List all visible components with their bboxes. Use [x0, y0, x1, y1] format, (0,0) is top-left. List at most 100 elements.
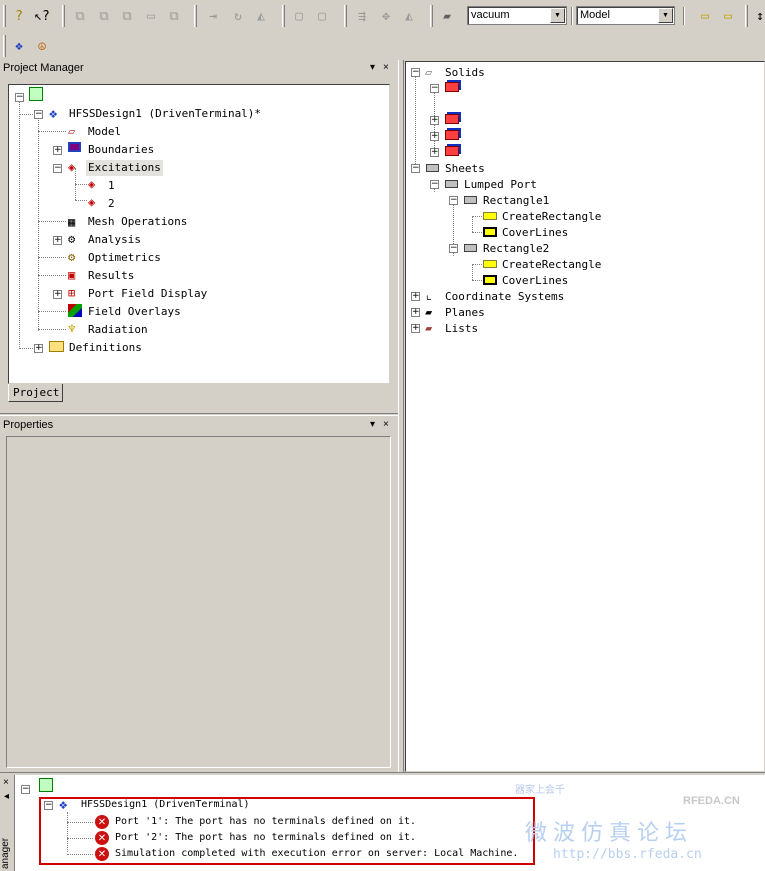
design-icon: ❖ — [59, 797, 68, 813]
tree-item-solids[interactable]: Solids — [445, 66, 485, 79]
tree-item-results[interactable]: Results — [88, 269, 134, 282]
expand-toggle[interactable]: + — [53, 146, 62, 155]
pin-icon[interactable]: ▾ — [370, 62, 375, 73]
close-icon[interactable]: × — [383, 62, 389, 73]
move-icon[interactable]: ⇥ — [203, 6, 223, 26]
split-icon[interactable]: ▭ — [141, 6, 161, 26]
model-select[interactable]: Model ▼ — [576, 6, 675, 25]
tree-item-create-rectangle-2[interactable]: CreateRectangle — [502, 258, 601, 271]
expand-toggle[interactable]: + — [53, 236, 62, 245]
chevron-down-icon[interactable]: ▼ — [550, 8, 565, 23]
expand-toggle[interactable]: + — [53, 290, 62, 299]
collapse-toggle[interactable]: − — [430, 84, 439, 93]
measure-icon[interactable]: ↕ — [750, 6, 765, 26]
duplicate-around-axis-icon[interactable]: ✥ — [376, 6, 396, 26]
tree-item-planes[interactable]: Planes — [445, 306, 485, 319]
tree-item-analysis[interactable]: Analysis — [88, 233, 141, 246]
collapse-toggle[interactable]: − — [430, 180, 439, 189]
tree-item-mesh-operations[interactable]: Mesh Operations — [88, 215, 187, 228]
intersect-icon[interactable]: ⧉ — [117, 6, 137, 26]
panel-splitter[interactable] — [0, 413, 398, 416]
subtract-icon[interactable]: ⧉ — [94, 6, 114, 26]
vertical-splitter[interactable] — [398, 60, 404, 772]
tree-item-excitations[interactable]: Excitations — [86, 160, 163, 176]
expand-toggle[interactable]: + — [430, 148, 439, 157]
tree-item-boundaries[interactable]: Boundaries — [88, 143, 154, 156]
toolbar-grip[interactable] — [344, 5, 347, 27]
sweep-icon[interactable]: ▢ — [289, 6, 309, 26]
tree-item-cover-lines-2[interactable]: CoverLines — [502, 274, 568, 287]
imprint-icon[interactable]: ⧉ — [164, 6, 184, 26]
toolbar-grip[interactable] — [282, 5, 285, 27]
collapse-toggle[interactable]: − — [411, 164, 420, 173]
tree-item-cover-lines-1[interactable]: CoverLines — [502, 226, 568, 239]
mirror-icon[interactable]: ◭ — [251, 6, 271, 26]
message-line[interactable]: Port '2': The port has no terminals defi… — [115, 832, 416, 843]
collapse-toggle[interactable]: − — [449, 244, 458, 253]
message-line[interactable]: Port '1': The port has no terminals defi… — [115, 816, 416, 827]
tab-project-label: Project — [13, 386, 60, 399]
expand-toggle[interactable]: + — [411, 292, 420, 301]
collapse-toggle[interactable]: − — [53, 164, 62, 173]
toolbar-grip[interactable] — [62, 5, 65, 27]
expand-toggle[interactable]: + — [430, 116, 439, 125]
collapse-toggle[interactable]: − — [15, 93, 24, 102]
toolbar-grip[interactable] — [194, 5, 197, 27]
tree-item-model[interactable]: Model — [88, 125, 121, 138]
expand-toggle[interactable]: + — [411, 324, 420, 333]
material-icon[interactable]: ▰ — [437, 6, 457, 26]
tree-item-sheets[interactable]: Sheets — [445, 162, 485, 175]
tree-item-rectangle2[interactable]: Rectangle2 — [483, 242, 549, 255]
tree-item-radiation[interactable]: Radiation — [88, 323, 148, 336]
tree-item-optimetrics[interactable]: Optimetrics — [88, 251, 161, 264]
toolbar-separator — [571, 7, 573, 25]
collapse-toggle[interactable]: − — [411, 68, 420, 77]
toolbar-grip[interactable] — [430, 5, 433, 27]
collapse-toggle[interactable]: − — [44, 801, 53, 810]
tree-item-lumped-port[interactable]: Lumped Port — [464, 178, 537, 191]
message-line[interactable]: Simulation completed with execution erro… — [115, 848, 518, 859]
tab-project[interactable]: Project — [8, 384, 63, 402]
tree-item-lists[interactable]: Lists — [445, 322, 478, 335]
material-select[interactable]: vacuum ▼ — [467, 6, 567, 25]
chevron-down-icon[interactable]: ▼ — [658, 8, 673, 23]
main-toolbar: ? ↖? ⧉ ⧉ ⧉ ▭ ⧉ ⇥ ↻ ◭ ▢ ▢ ⇶ ✥ ◭ ▰ vacuum … — [0, 0, 765, 32]
create-region-icon[interactable]: ▭ — [695, 6, 715, 26]
pin-icon[interactable]: ◂ — [4, 791, 9, 802]
close-icon[interactable]: × — [383, 419, 389, 430]
unite-icon[interactable]: ⧉ — [70, 6, 90, 26]
close-icon[interactable]: × — [3, 777, 9, 788]
collapse-toggle[interactable]: − — [449, 196, 458, 205]
expand-toggle[interactable]: + — [430, 132, 439, 141]
insert-circuit-icon[interactable]: ☮ — [32, 36, 52, 56]
expand-toggle[interactable]: + — [411, 308, 420, 317]
pin-icon[interactable]: ▾ — [370, 419, 375, 430]
tree-item-rectangle1[interactable]: Rectangle1 — [483, 194, 549, 207]
toolbar-grip[interactable] — [3, 5, 6, 27]
tree-item-design[interactable]: HFSSDesign1 (DrivenTerminal)* — [69, 107, 261, 120]
expand-toggle[interactable]: + — [34, 344, 43, 353]
tree-item-field-overlays[interactable]: Field Overlays — [88, 305, 181, 318]
properties-body — [6, 436, 391, 768]
insert-design-icon[interactable]: ❖ — [9, 36, 29, 56]
add-object-icon[interactable]: ▭ — [718, 6, 738, 26]
message-design[interactable]: HFSSDesign1 (DrivenTerminal) — [81, 799, 250, 810]
toolbar-grip[interactable] — [3, 35, 6, 57]
help-icon[interactable]: ? — [9, 6, 29, 26]
tree-item-definitions[interactable]: Definitions — [69, 341, 142, 354]
thicken-icon[interactable]: ▢ — [312, 6, 332, 26]
collapse-toggle[interactable]: − — [34, 110, 43, 119]
project-icon[interactable] — [29, 87, 43, 101]
port-icon: ◈ — [88, 177, 96, 191]
duplicate-along-line-icon[interactable]: ⇶ — [352, 6, 372, 26]
tree-item-coordinate-systems[interactable]: Coordinate Systems — [445, 290, 564, 303]
collapse-toggle[interactable]: − — [21, 785, 30, 794]
tree-item-port-field-display[interactable]: Port Field Display — [88, 287, 207, 300]
duplicate-mirror-icon[interactable]: ◭ — [399, 6, 419, 26]
tree-item-create-rectangle-1[interactable]: CreateRectangle — [502, 210, 601, 223]
rotate-icon[interactable]: ↻ — [228, 6, 248, 26]
tree-item-port-2[interactable]: 2 — [108, 197, 115, 210]
tree-item-port-1[interactable]: 1 — [108, 179, 115, 192]
toolbar-grip[interactable] — [745, 5, 748, 27]
context-help-icon[interactable]: ↖? — [32, 6, 52, 26]
